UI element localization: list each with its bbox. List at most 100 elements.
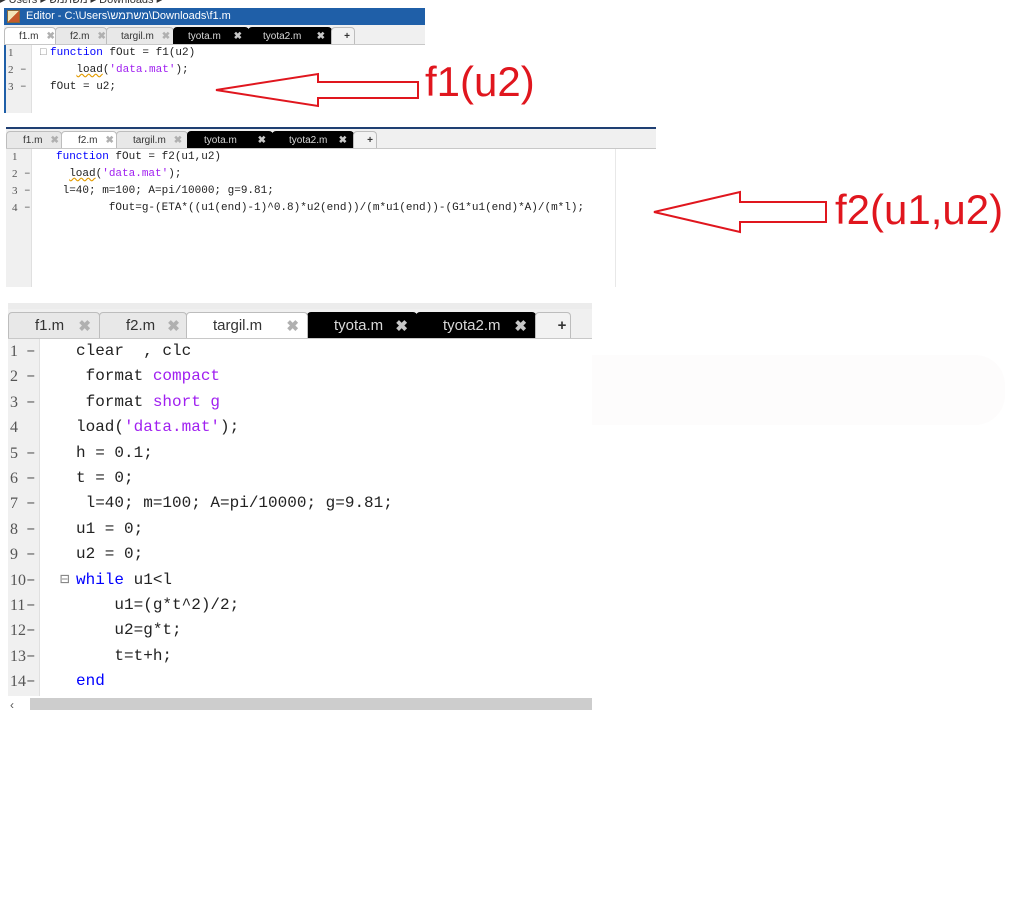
code-token: u1<l <box>124 570 173 589</box>
code-line[interactable]: 4 load('data.mat'); <box>8 415 592 440</box>
close-tab-icon[interactable]: ✖ <box>309 31 325 42</box>
code-line[interactable]: 5– h = 0.1; <box>8 441 592 466</box>
code-line[interactable]: 14– end <box>8 669 592 694</box>
tab-targil-m[interactable]: targil.m ✖ <box>106 27 174 44</box>
breakpoint-marker[interactable]: – <box>26 593 36 618</box>
breakpoint-marker[interactable]: – <box>26 364 36 389</box>
keyword: function <box>56 151 109 163</box>
breakpoint-marker[interactable]: – <box>26 491 36 516</box>
breakpoint-marker[interactable]: – <box>24 166 31 183</box>
fold-toggle-icon[interactable]: □ <box>40 45 47 62</box>
code-text: u1=(g*t^2)/2; <box>76 593 239 618</box>
tab-f1-m[interactable]: f1.m ✖ <box>6 131 62 148</box>
line-number: 2 <box>8 64 14 76</box>
code-editor[interactable]: 1– clear , clc 2– format compact 3– format … <box>8 339 592 696</box>
fold-toggle-icon[interactable]: ⊟ <box>60 568 70 593</box>
code-line[interactable]: 7– l=40; m=100; A=pi/10000; g=9.81; <box>8 491 592 516</box>
code-line[interactable]: 12– u2=g*t; <box>8 618 592 643</box>
breakpoint-marker[interactable]: – <box>26 339 36 364</box>
breakpoint-marker[interactable]: – <box>26 466 36 491</box>
breakpoint-marker[interactable]: – <box>20 79 27 96</box>
tab-tyota2-m[interactable]: tyota2.m ✖ <box>272 131 354 148</box>
code-line[interactable]: 10– ⊟ while u1<l <box>8 568 592 593</box>
breakpoint-marker[interactable]: – <box>20 62 27 79</box>
code-line[interactable]: 13– t=t+h; <box>8 644 592 669</box>
tab-label: tyota2.m <box>443 317 501 334</box>
code-line[interactable]: 3– format short g <box>8 390 592 415</box>
breakpoint-marker[interactable]: – <box>26 542 36 567</box>
tab-tyota-m[interactable]: tyota.m ✖ <box>307 312 417 338</box>
breakpoint-marker[interactable]: – <box>26 517 36 542</box>
tab-tyota2-m[interactable]: tyota2.m ✖ <box>248 27 332 44</box>
code-editor[interactable]: 1 function fOut = f2(u1,u2) 2– load('data.… <box>6 149 616 287</box>
close-tab-icon[interactable]: ✖ <box>42 135 58 146</box>
add-tab-button[interactable]: + <box>331 27 355 44</box>
add-tab-button[interactable]: + <box>535 312 571 338</box>
breakpoint-marker[interactable]: – <box>24 200 31 217</box>
close-tab-icon[interactable]: ✖ <box>89 31 105 42</box>
tab-f1-m[interactable]: f1.m ✖ <box>8 312 100 338</box>
horizontal-scrollbar[interactable]: ‹ <box>8 696 592 712</box>
code-text: fOut = u2; <box>50 79 116 96</box>
tab-tyota2-m[interactable]: tyota2.m ✖ <box>416 312 536 338</box>
close-tab-icon[interactable]: ✖ <box>226 31 242 42</box>
breakpoint-marker[interactable]: – <box>26 568 36 593</box>
close-tab-icon[interactable]: ✖ <box>502 317 527 335</box>
breakpoint-marker[interactable]: – <box>24 183 31 200</box>
code-line[interactable]: 3– l=40; m=100; A=pi/10000; g=9.81; <box>6 183 615 200</box>
string-literal: 'data.mat' <box>109 64 176 76</box>
editor-focus-bar <box>4 45 6 113</box>
close-tab-icon[interactable]: ✖ <box>154 31 170 42</box>
code-line[interactable]: 9– u2 = 0; <box>8 542 592 567</box>
code-token: ); <box>168 168 182 180</box>
tab-tyota-m[interactable]: tyota.m ✖ <box>187 131 273 148</box>
code-line[interactable]: 1 □ function fOut = f1(u2) <box>4 45 425 62</box>
close-tab-icon[interactable]: ✖ <box>274 317 299 335</box>
code-line[interactable]: 11– u1=(g*t^2)/2; <box>8 593 592 618</box>
close-tab-icon[interactable]: ✖ <box>166 135 182 146</box>
line-number: 1 <box>8 47 14 59</box>
code-line[interactable]: 2– format compact <box>8 364 592 389</box>
close-tab-icon[interactable]: ✖ <box>250 135 266 146</box>
code-token: format <box>76 367 153 386</box>
breakpoint-marker[interactable]: – <box>26 390 36 415</box>
code-line[interactable]: 1– clear , clc <box>8 339 592 364</box>
close-tab-icon[interactable]: ✖ <box>97 135 113 146</box>
close-tab-icon[interactable]: ✖ <box>383 317 408 335</box>
tab-f2-m[interactable]: f2.m ✖ <box>55 27 107 44</box>
breakpoint-marker[interactable]: – <box>26 644 36 669</box>
code-text: while u1<l <box>76 568 172 593</box>
code-line[interactable]: 2– load('data.mat'); <box>6 166 615 183</box>
close-tab-icon[interactable]: ✖ <box>38 31 54 42</box>
code-line[interactable]: 6– t = 0; <box>8 466 592 491</box>
add-tab-button[interactable]: + <box>353 131 377 148</box>
tab-label: targil.m <box>121 30 154 42</box>
tab-f2-m[interactable]: f2.m ✖ <box>61 131 117 148</box>
scroll-left-icon[interactable]: ‹ <box>10 698 14 712</box>
breakpoint-marker[interactable]: – <box>26 441 36 466</box>
line-number: 4 <box>10 419 18 437</box>
window-titlebar: Editor - C:\Users\משתמש\Downloads\f1.m <box>4 8 425 25</box>
tab-label: f1.m <box>19 30 39 42</box>
breakpoint-marker[interactable]: – <box>26 618 36 643</box>
scrollbar-track[interactable] <box>30 698 592 710</box>
line-number: 14 <box>10 673 26 691</box>
code-token: fOut = u2; <box>50 81 117 93</box>
code-text: load('data.mat'); <box>50 62 189 79</box>
tab-f2-m[interactable]: f2.m ✖ <box>99 312 187 338</box>
code-line[interactable]: 4– fOut=g-(ETA*((u1(end)-1)^0.8)*u2(end)… <box>6 200 615 217</box>
close-tab-icon[interactable]: ✖ <box>66 317 91 335</box>
string-literal: 'data.mat' <box>102 168 169 180</box>
tab-tyota-m[interactable]: tyota.m ✖ <box>173 27 249 44</box>
code-token: ); <box>175 64 189 76</box>
tab-f1-m[interactable]: f1.m ✖ <box>4 27 56 44</box>
code-line[interactable]: 8– u1 = 0; <box>8 517 592 542</box>
code-line[interactable]: 1 function fOut = f2(u1,u2) <box>6 149 615 166</box>
tab-targil-m[interactable]: targil.m ✖ <box>116 131 188 148</box>
close-tab-icon[interactable]: ✖ <box>331 135 347 146</box>
breakpoint-marker[interactable]: – <box>26 669 36 694</box>
tab-targil-m[interactable]: targil.m ✖ <box>186 312 308 338</box>
close-tab-icon[interactable]: ✖ <box>155 317 180 335</box>
code-token: t=t+h; <box>76 646 173 665</box>
code-token: fOut = f1(u2) <box>102 47 196 59</box>
